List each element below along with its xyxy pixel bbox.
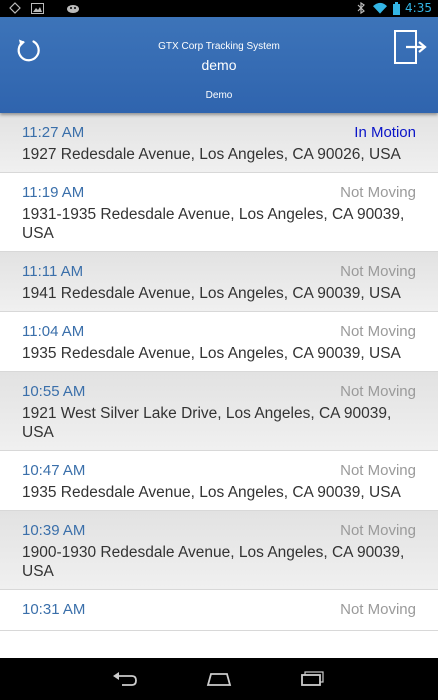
recent-apps-icon — [301, 671, 324, 686]
item-status: Not Moving — [340, 184, 416, 201]
item-status: Not Moving — [340, 383, 416, 400]
usb-debug-icon — [8, 2, 22, 14]
navigation-bar — [0, 658, 438, 700]
list-item[interactable]: 11:27 AM In Motion 1927 Redesdale Avenue… — [0, 113, 438, 173]
item-status: In Motion — [354, 124, 416, 141]
item-status: Not Moving — [340, 263, 416, 280]
user-name: demo — [201, 57, 237, 73]
item-address: 1921 West Silver Lake Drive, Los Angeles… — [22, 405, 392, 441]
item-status: Not Moving — [340, 522, 416, 539]
list-item[interactable]: 11:04 AM Not Moving 1935 Redesdale Avenu… — [0, 312, 438, 372]
android-icon — [66, 2, 80, 14]
logout-button[interactable] — [392, 29, 428, 65]
org-name: Demo — [205, 90, 233, 101]
app-title: GTX Corp Tracking System — [158, 41, 280, 52]
home-button[interactable] — [204, 668, 234, 690]
clock: 4:35 — [405, 1, 432, 15]
recent-apps-button[interactable] — [298, 668, 328, 690]
bluetooth-icon — [354, 2, 368, 14]
item-address: 1935 Redesdale Avenue, Los Angeles, CA 9… — [22, 345, 401, 362]
location-list[interactable]: 11:27 AM In Motion 1927 Redesdale Avenue… — [0, 113, 438, 658]
list-item[interactable]: 10:31 AM Not Moving — [0, 590, 438, 631]
app-header: GTX Corp Tracking System demo Demo — [0, 17, 438, 113]
battery-icon — [392, 1, 400, 15]
item-status: Not Moving — [340, 323, 416, 340]
list-item[interactable]: 11:11 AM Not Moving 1941 Redesdale Avenu… — [0, 252, 438, 312]
back-icon — [113, 672, 137, 686]
status-bar: 4:35 — [0, 0, 438, 17]
item-address: 1927 Redesdale Avenue, Los Angeles, CA 9… — [22, 146, 401, 163]
image-icon — [30, 2, 44, 14]
list-item[interactable]: 11:19 AM Not Moving 1931-1935 Redesdale … — [0, 173, 438, 252]
wifi-icon — [373, 2, 388, 14]
item-status: Not Moving — [340, 462, 416, 479]
item-address: 1935 Redesdale Avenue, Los Angeles, CA 9… — [22, 484, 401, 501]
home-icon — [206, 673, 232, 686]
item-status: Not Moving — [340, 601, 416, 618]
item-address: 1941 Redesdale Avenue, Los Angeles, CA 9… — [22, 285, 401, 302]
back-button[interactable] — [110, 668, 140, 690]
list-item[interactable]: 10:39 AM Not Moving 1900-1930 Redesdale … — [0, 511, 438, 590]
item-address: 1931-1935 Redesdale Avenue, Los Angeles,… — [22, 206, 405, 242]
list-item[interactable]: 10:55 AM Not Moving 1921 West Silver Lak… — [0, 372, 438, 451]
list-item[interactable]: 10:47 AM Not Moving 1935 Redesdale Avenu… — [0, 451, 438, 511]
logout-icon — [394, 30, 427, 64]
item-address: 1900-1930 Redesdale Avenue, Los Angeles,… — [22, 544, 405, 580]
